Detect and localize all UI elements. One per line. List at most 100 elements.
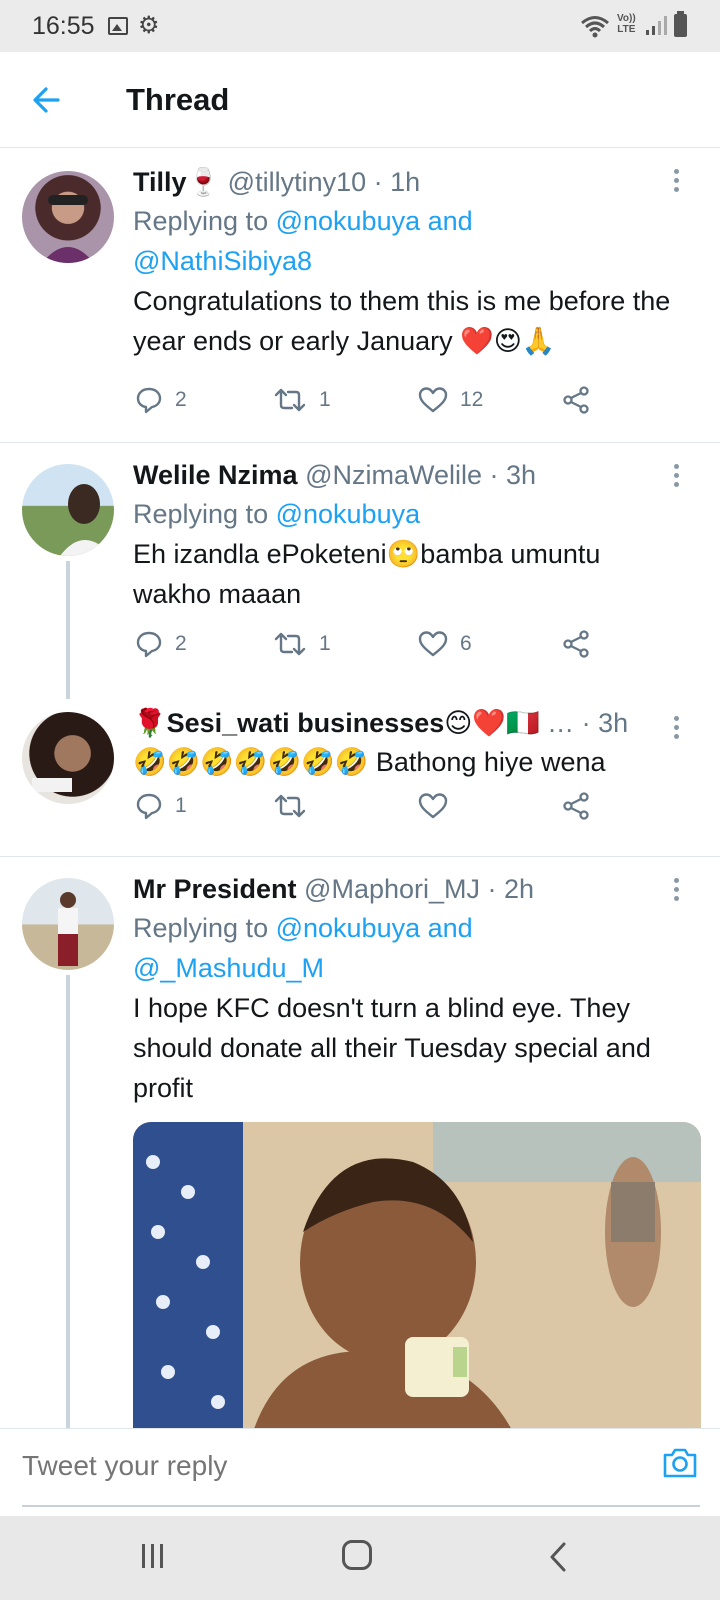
display-name[interactable]: 🌹Sesi_wati businesses😊❤️🇮🇹 xyxy=(133,708,540,738)
tweet-text: I hope KFC doesn't turn a blind eye. The… xyxy=(133,993,651,1103)
avatar-photo xyxy=(58,892,78,966)
tweet-sesi-wati[interactable]: 🌹Sesi_wati businesses😊❤️🇮🇹 … · 3h 🤣🤣🤣🤣🤣🤣… xyxy=(0,694,720,857)
retweet-count: 1 xyxy=(319,632,331,655)
tweet-actions: 2 1 12 xyxy=(133,380,633,420)
replying-to: Replying to @nokubuya and xyxy=(133,201,684,241)
share-icon xyxy=(563,630,589,658)
share-icon xyxy=(563,386,589,414)
avatar[interactable] xyxy=(22,464,114,556)
thread-connector xyxy=(66,975,70,1428)
reply-input[interactable] xyxy=(22,1441,582,1491)
replying-prefix: Replying to xyxy=(133,499,276,529)
tweet-media-image[interactable] xyxy=(133,1122,701,1428)
tweet-actions: 1 xyxy=(133,786,633,826)
tweet-text: Eh izandla ePoketeni🙄bamba umuntu wakho … xyxy=(133,539,601,609)
display-name[interactable]: Mr President xyxy=(133,874,297,904)
system-navigation-bar xyxy=(0,1516,720,1600)
media-photo xyxy=(133,1122,701,1428)
like-button[interactable] xyxy=(418,786,460,826)
share-button[interactable] xyxy=(561,624,591,664)
like-count: 6 xyxy=(460,632,472,655)
reply-button[interactable]: 2 xyxy=(135,380,187,420)
mention-link[interactable]: @_Mashudu_M xyxy=(133,953,324,983)
display-name[interactable]: Welile Nzima xyxy=(133,460,298,490)
recent-apps-icon[interactable] xyxy=(140,1542,168,1572)
retweet-icon xyxy=(274,632,306,656)
mention-link[interactable]: @nokubuya xyxy=(276,499,421,529)
mention-link[interactable]: @nokubuya and xyxy=(276,206,473,236)
avatar-photo xyxy=(60,484,112,556)
handle-time: … · 3h xyxy=(539,708,629,738)
tweet-header: Tilly🍷 @tillytiny10 · 1h xyxy=(133,163,684,201)
signal-icon xyxy=(646,16,667,35)
handle-time: @tillytiny10 · 1h xyxy=(220,167,421,197)
retweet-button[interactable] xyxy=(273,786,319,826)
tweet-mr-president[interactable]: Mr President @Maphori_MJ · 2h Replying t… xyxy=(0,858,720,1428)
handle-time: @NzimaWelile · 3h xyxy=(297,460,537,490)
volte-line2: LTE xyxy=(617,24,636,35)
settings-gear-icon: ⚙ xyxy=(138,12,160,39)
avatar[interactable] xyxy=(22,878,114,970)
heart-icon xyxy=(418,793,448,819)
tweet-header: Mr President @Maphori_MJ · 2h xyxy=(133,870,684,908)
reply-button[interactable]: 1 xyxy=(135,786,187,826)
replying-prefix: Replying to xyxy=(133,913,276,943)
more-options-icon[interactable] xyxy=(674,878,680,905)
thread-header: Thread xyxy=(0,52,720,148)
page-title: Thread xyxy=(126,82,230,117)
share-icon xyxy=(563,792,589,820)
share-button[interactable] xyxy=(561,786,591,826)
retweet-button[interactable]: 1 xyxy=(273,624,331,664)
avatar[interactable] xyxy=(22,712,114,804)
home-icon[interactable] xyxy=(342,1540,372,1570)
tweet-text: Congratulations to them this is me befor… xyxy=(133,286,671,356)
tweet-text: 🤣🤣🤣🤣🤣🤣🤣 Bathong hiye wena xyxy=(133,747,606,777)
more-options-icon[interactable] xyxy=(674,464,680,491)
display-name[interactable]: Tilly🍷 xyxy=(133,167,220,197)
like-count: 12 xyxy=(460,388,484,411)
retweet-icon xyxy=(274,388,306,412)
volte-indicator: Vo)) LTE xyxy=(617,13,636,35)
camera-icon[interactable] xyxy=(660,1443,700,1483)
retweet-button[interactable]: 1 xyxy=(273,380,331,420)
mention-link[interactable]: @NathiSibiya8 xyxy=(133,246,312,276)
heart-icon xyxy=(418,387,448,413)
avatar-photo xyxy=(32,778,72,792)
back-arrow-icon[interactable] xyxy=(28,80,68,120)
reply-count: 1 xyxy=(175,794,187,817)
volte-line1: Vo)) xyxy=(617,13,636,24)
replying-to: Replying to @nokubuya xyxy=(133,494,684,534)
back-chevron-icon[interactable] xyxy=(546,1540,570,1574)
tweet-tilly[interactable]: Tilly🍷 @tillytiny10 · 1h Replying to @no… xyxy=(0,149,720,443)
reply-count: 2 xyxy=(175,388,187,411)
replying-to-line2: @NathiSibiya8 xyxy=(133,241,684,281)
share-button[interactable] xyxy=(561,380,591,420)
reply-count: 2 xyxy=(175,632,187,655)
status-bar: 16:55 ⚙ Vo)) LTE xyxy=(0,0,720,52)
replying-prefix: Replying to xyxy=(133,206,276,236)
status-time: 16:55 xyxy=(32,12,95,40)
like-button[interactable]: 12 xyxy=(418,380,483,420)
wifi-icon xyxy=(581,16,609,38)
avatar[interactable] xyxy=(22,171,114,263)
more-options-icon[interactable] xyxy=(674,716,680,743)
tweet-actions: 2 1 6 xyxy=(133,624,633,664)
comment-icon xyxy=(136,387,162,414)
thread-connector xyxy=(66,561,70,699)
retweet-count: 1 xyxy=(319,388,331,411)
mention-link[interactable]: @nokubuya and xyxy=(276,913,473,943)
replying-to: Replying to @nokubuya and xyxy=(133,908,684,948)
heart-icon xyxy=(418,631,448,657)
gallery-icon xyxy=(108,17,128,35)
like-button[interactable]: 6 xyxy=(418,624,472,664)
reply-button[interactable]: 2 xyxy=(135,624,187,664)
tweet-welile[interactable]: Welile Nzima @NzimaWelile · 3h Replying … xyxy=(0,444,720,699)
replying-to-line2: @_Mashudu_M xyxy=(133,948,684,988)
more-options-icon[interactable] xyxy=(674,169,680,196)
input-underline xyxy=(22,1505,700,1507)
battery-icon xyxy=(674,11,687,37)
comment-icon xyxy=(136,631,162,658)
handle-time: @Maphori_MJ · 2h xyxy=(296,874,535,904)
tweet-header: 🌹Sesi_wati businesses😊❤️🇮🇹 … · 3h xyxy=(133,704,664,742)
retweet-icon xyxy=(274,794,306,818)
